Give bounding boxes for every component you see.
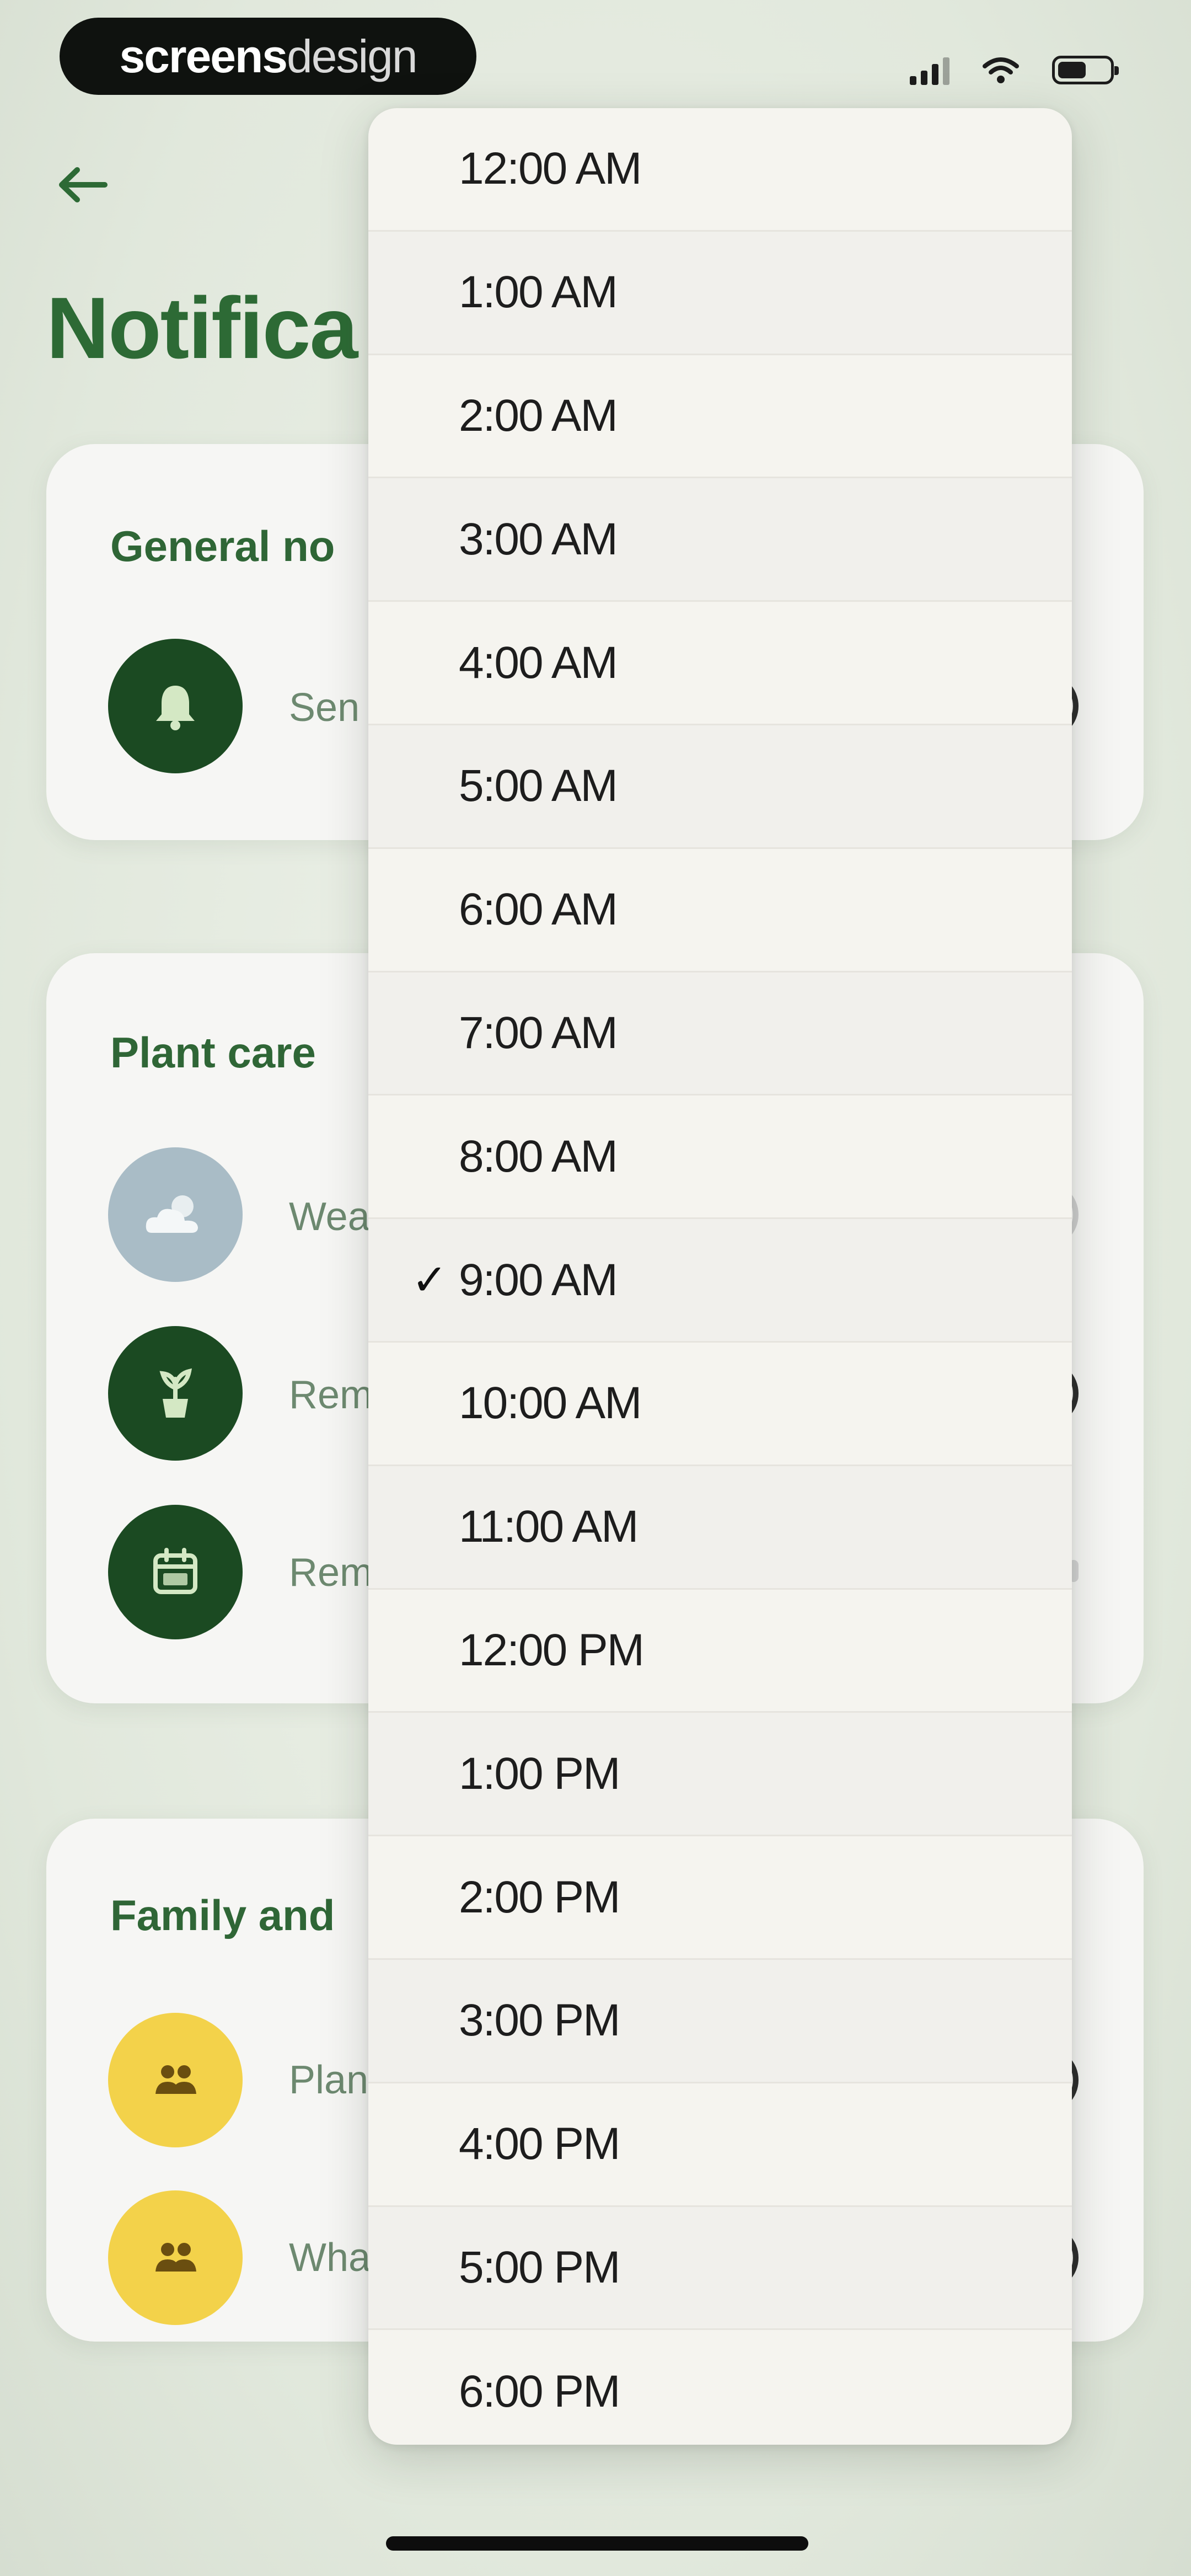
time-option-label: 1:00 PM bbox=[459, 1748, 620, 1799]
time-picker-menu: 12:00 AM 1:00 AM 2:00 AM 3:00 AM 4:00 AM 5:00… bbox=[368, 108, 1072, 2445]
time-option-label: 4:00 AM bbox=[459, 637, 618, 688]
plant-pot-icon bbox=[108, 1326, 243, 1461]
time-option-label: 5:00 AM bbox=[459, 761, 618, 811]
calendar-icon bbox=[108, 1505, 243, 1639]
time-option-label: 2:00 PM bbox=[459, 1872, 620, 1922]
time-option-label: 7:00 AM bbox=[459, 1007, 618, 1058]
time-option[interactable]: 4:00 AM bbox=[368, 602, 1072, 725]
time-option-label: 6:00 PM bbox=[459, 2366, 620, 2417]
brand-watermark: screens design bbox=[60, 18, 476, 95]
time-option[interactable]: 12:00 AM bbox=[368, 108, 1072, 232]
checkmark-icon: ✓ bbox=[411, 1255, 448, 1305]
row-label: Wea bbox=[289, 1195, 370, 1239]
time-option-label: 3:00 PM bbox=[459, 1995, 620, 2046]
time-option[interactable]: 5:00 PM bbox=[368, 2206, 1072, 2331]
time-option-label: 12:00 AM bbox=[459, 143, 642, 194]
brand-text-light: design bbox=[287, 30, 418, 82]
row-label: Rem bbox=[289, 1373, 373, 1417]
row-label: Rem bbox=[289, 1551, 373, 1595]
time-option[interactable]: 1:00 AM bbox=[368, 231, 1072, 355]
time-option[interactable]: 4:00 PM bbox=[368, 2083, 1072, 2207]
bell-icon bbox=[108, 639, 243, 773]
time-option-label: 4:00 PM bbox=[459, 2119, 620, 2169]
time-option[interactable]: 8:00 AM bbox=[368, 1095, 1072, 1220]
weather-cloud-icon bbox=[108, 1147, 243, 1282]
time-option[interactable]: 11:00 AM bbox=[368, 1466, 1072, 1590]
card-title: Plant care bbox=[110, 1028, 316, 1077]
people-icon bbox=[108, 2190, 243, 2325]
time-option-label: 2:00 AM bbox=[459, 390, 618, 441]
time-option[interactable]: 12:00 PM bbox=[368, 1590, 1072, 1713]
time-option[interactable]: 2:00 AM bbox=[368, 355, 1072, 479]
time-option[interactable]: 2:00 PM bbox=[368, 1836, 1072, 1960]
back-button[interactable] bbox=[55, 160, 116, 210]
card-title: Family and bbox=[110, 1891, 335, 1939]
time-option-label: 10:00 AM bbox=[459, 1378, 642, 1429]
time-option[interactable]: 6:00 AM bbox=[368, 849, 1072, 972]
time-option-label: 8:00 AM bbox=[459, 1131, 618, 1182]
time-option[interactable]: 10:00 AM bbox=[368, 1343, 1072, 1466]
time-option-label: 12:00 PM bbox=[459, 1624, 645, 1675]
time-option[interactable]: 3:00 PM bbox=[368, 1959, 1072, 2083]
time-option-label: 5:00 PM bbox=[459, 2242, 620, 2292]
time-option-label: 9:00 AM bbox=[459, 1254, 618, 1305]
time-option[interactable]: 1:00 PM bbox=[368, 1713, 1072, 1837]
status-icons bbox=[910, 51, 1119, 89]
time-option-label: 11:00 AM bbox=[459, 1501, 639, 1552]
battery-icon bbox=[1052, 56, 1119, 84]
time-option[interactable]: 6:00 PM bbox=[368, 2330, 1072, 2445]
time-option[interactable]: ✓ 9:00 AM bbox=[368, 1219, 1072, 1343]
app-screen: screens design Notifica General no Sen P… bbox=[0, 0, 1191, 2576]
time-option-label: 3:00 AM bbox=[459, 514, 618, 564]
home-indicator[interactable] bbox=[386, 2536, 808, 2551]
time-option-label: 1:00 AM bbox=[459, 267, 618, 318]
time-option[interactable]: 5:00 AM bbox=[368, 725, 1072, 849]
page-title: Notifica bbox=[46, 280, 358, 377]
arrow-left-icon bbox=[59, 167, 108, 202]
people-icon bbox=[108, 2013, 243, 2147]
brand-text-bold: screens bbox=[119, 30, 288, 82]
row-label: Wha bbox=[289, 2236, 371, 2280]
time-option[interactable]: 3:00 AM bbox=[368, 478, 1072, 602]
row-label: Plan bbox=[289, 2058, 369, 2102]
row-label: Sen bbox=[289, 686, 360, 730]
wifi-icon bbox=[983, 57, 1019, 83]
time-option[interactable]: 7:00 AM bbox=[368, 972, 1072, 1096]
cellular-signal-icon bbox=[910, 55, 949, 85]
time-option-label: 6:00 AM bbox=[459, 884, 618, 935]
card-title: General no bbox=[110, 522, 335, 570]
